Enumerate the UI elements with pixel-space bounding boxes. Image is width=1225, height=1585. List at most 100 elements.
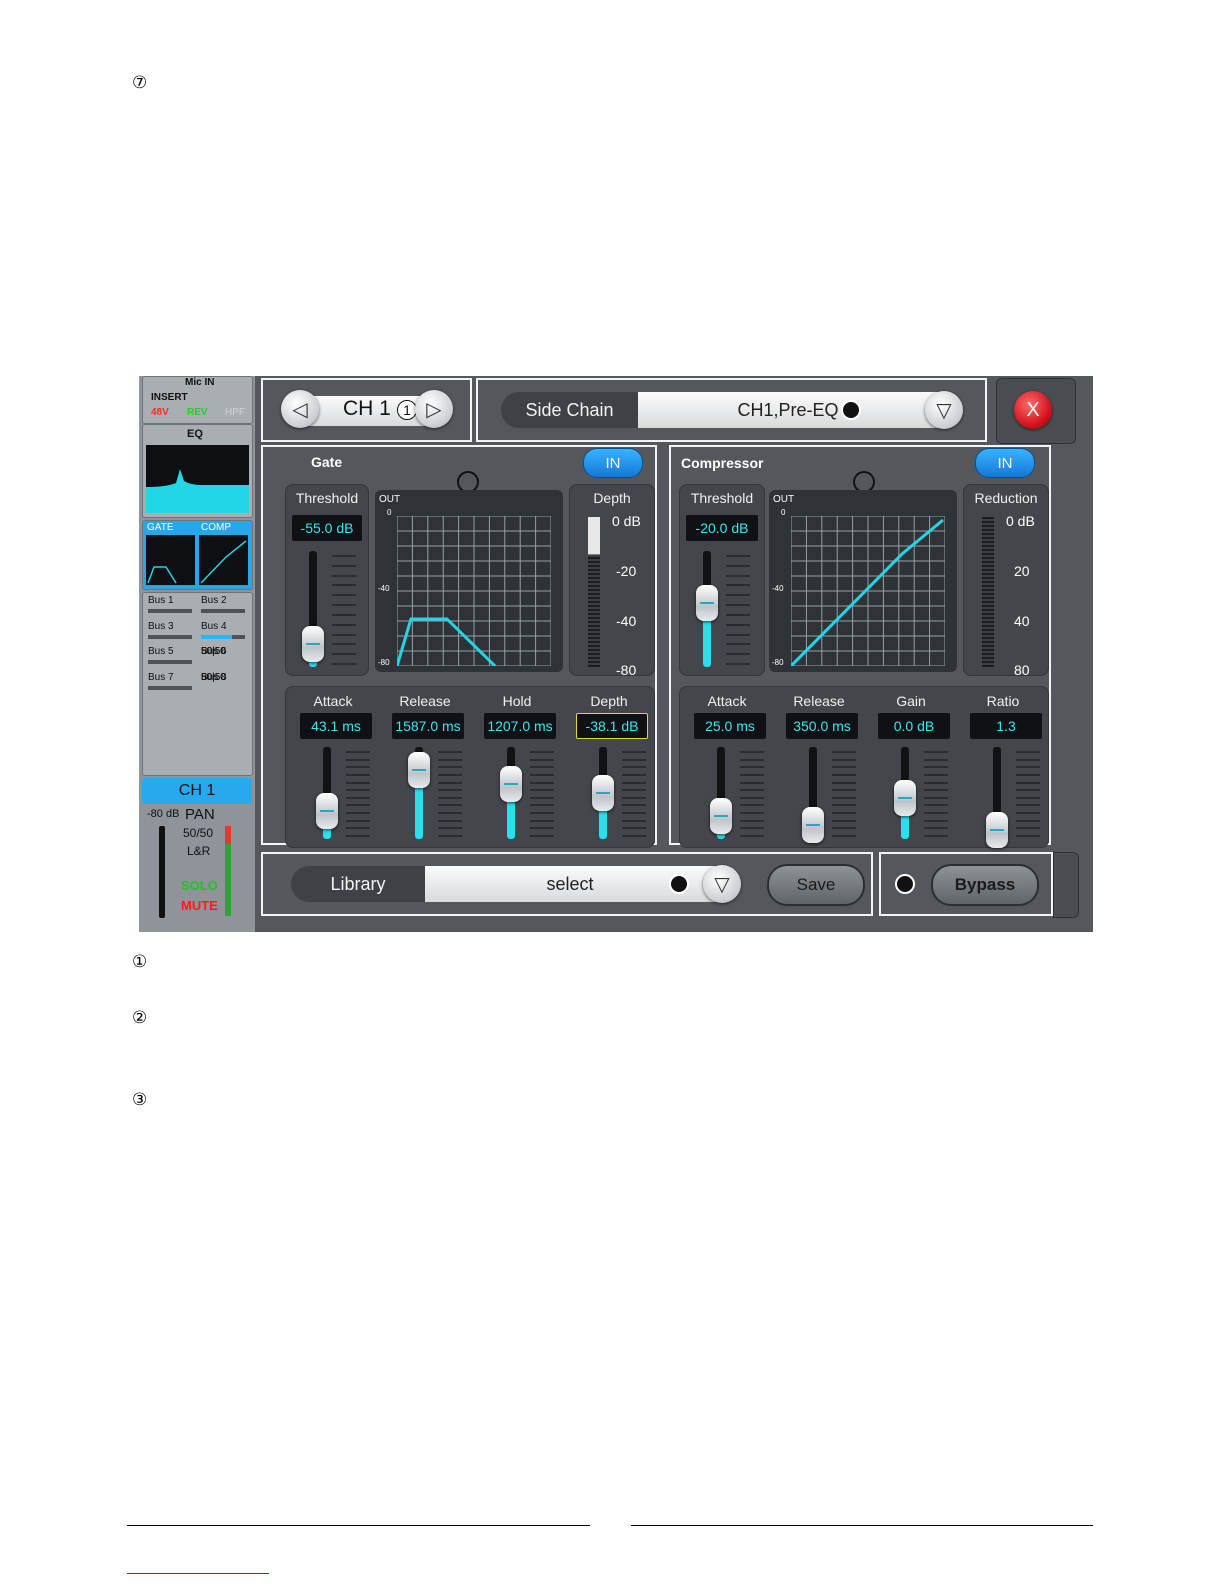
solo-button[interactable]: SOLO [181,878,218,893]
fader-scale-tick [438,781,462,784]
compressor-release-fader[interactable] [794,743,864,844]
channel-fader-track[interactable] [159,826,165,918]
fader-scale-tick [622,835,646,837]
compressor-gain-fader[interactable] [886,743,956,843]
fader-knob[interactable] [408,752,430,788]
comp-reduction-label: Reduction [974,490,1038,506]
next-channel-button[interactable]: ▷ [415,390,453,428]
gate-depth-meter-label: Depth [593,490,631,506]
channel-strip-sidebar: Mic IN INSERT 48V REV HPF EQ GATE COMP B… [139,376,255,932]
close-button[interactable]: X [1014,391,1052,429]
fader-scale-tick [924,827,948,830]
fader-scale-tick [726,643,750,646]
gate-threshold-value[interactable]: -55.0 dB [292,515,362,541]
bus-send-level-bar[interactable] [201,634,245,639]
compressor-ratio-fader[interactable] [978,743,1048,848]
fader-scale-tick [438,804,462,807]
fader-scale-tick [1016,781,1040,784]
eq-title: EQ [187,428,203,440]
fader-knob[interactable] [802,807,824,844]
comp-threshold-fader[interactable] [688,547,758,671]
library-dropdown-button[interactable]: ▽ [703,865,741,903]
fader-scale-tick [332,604,356,607]
triangle-left-icon: ◁ [292,398,308,421]
fader-scale-tick [832,766,856,769]
triangle-down-icon: ▽ [936,399,952,422]
gate-depth-value[interactable]: -38.1 dB [576,713,648,739]
fader-scale-tick [924,781,948,784]
fader-knob[interactable] [894,779,916,816]
fader-scale-tick [530,827,554,830]
fader-scale-tick [740,751,764,753]
mute-button[interactable]: MUTE [181,898,218,913]
bus-send-level-bar[interactable] [201,609,245,613]
fader-knob[interactable] [592,775,614,811]
bus-send-level-bar[interactable] [148,609,192,613]
compressor-gain-value[interactable]: 0.0 dB [878,713,950,739]
fader-scale-tick [622,751,646,753]
compressor-release-value[interactable]: 350.0 ms [786,713,858,739]
fader-scale-tick [346,796,370,799]
gate-threshold-fader[interactable] [294,547,364,671]
fader-scale-tick [726,663,750,665]
fader-scale-tick [924,766,948,769]
fader-knob[interactable] [302,625,324,662]
gate-depth-fader[interactable] [584,743,654,843]
gate-attack-label: Attack [313,693,353,709]
fader-knob[interactable] [986,811,1008,848]
comp-reduction-scale-20: 20 [1014,563,1030,579]
fader-scale-tick [332,555,356,557]
fader-scale-tick [740,773,764,776]
compressor-attack-label: Attack [707,693,747,709]
compressor-attack-value[interactable]: 25.0 ms [694,713,766,739]
bus-send-level-bar[interactable] [148,634,192,639]
gate-threshold-label: Threshold [295,490,359,506]
gate-attack-fader[interactable] [308,743,378,843]
compressor-gain-label: Gain [896,693,926,709]
fader-scale-tick [438,827,462,830]
compressor-ratio-value[interactable]: 1.3 [970,713,1042,739]
bus-send-level-bar[interactable] [148,685,192,690]
gate-hold-value[interactable]: 1207.0 ms [484,713,556,739]
fader-scale-tick [332,663,356,665]
fader-scale-tick [924,773,948,776]
fader-scale-tick [832,827,856,830]
save-button[interactable]: Save [767,864,865,906]
gate-hold-fader[interactable] [492,743,562,843]
fader-scale-tick [832,819,856,822]
prev-channel-button[interactable]: ◁ [281,390,319,428]
dynamics-section[interactable]: GATE COMP [142,520,253,590]
side-chain-dropdown-button[interactable]: ▽ [925,391,963,429]
gate-params-section: Attack 43.1 ms Release 1587.0 ms Hold 1207.0 … [285,686,655,848]
gate-in-button[interactable]: IN [583,448,643,478]
fader-knob[interactable] [316,793,338,830]
input-section[interactable]: Mic IN INSERT 48V REV HPF [142,376,253,424]
gate-release-fader[interactable] [400,743,470,843]
fader-knob[interactable] [710,798,732,834]
gate-attack-value[interactable]: 43.1 ms [300,713,372,739]
comp-params-section: Attack 25.0 ms Release 350.0 ms Gain 0.0 dB Ra… [679,686,1049,848]
gate-release-value[interactable]: 1587.0 ms [392,713,464,739]
channel-name-badge[interactable]: CH 1 [142,778,252,804]
fader-scale-tick [622,796,646,799]
fader-knob[interactable] [500,765,522,802]
gate-threshold-section: Threshold -55.0 dB [285,484,369,676]
fader-scale-tick [332,564,356,567]
fader-scale-tick [346,812,370,815]
bus-sends-section[interactable]: Bus 1 Bus 2 Bus 3 Bus 4 Bus 5 50|50 Bus 6 50|50… [142,592,253,776]
comp-threshold-value[interactable]: -20.0 dB [686,515,758,541]
fader-scale-tick [832,773,856,776]
compressor-in-button[interactable]: IN [975,448,1035,478]
bypass-button[interactable]: Bypass [931,864,1039,906]
hpf-flag: HPF [225,407,245,418]
comp-graph-tick-40: -40 [772,584,784,593]
eq-section[interactable]: EQ [142,424,253,518]
fader-knob[interactable] [696,585,718,622]
comp-reduction-scale-40: 40 [1014,613,1030,629]
side-chain-select[interactable]: CH1,Pre-EQ [638,392,938,428]
fader-scale-tick [726,574,750,577]
fader-scale-tick [438,766,462,769]
compressor-attack-fader[interactable] [702,743,772,843]
bus-send-level-bar[interactable] [148,660,192,664]
fader-scale-tick [1016,773,1040,776]
